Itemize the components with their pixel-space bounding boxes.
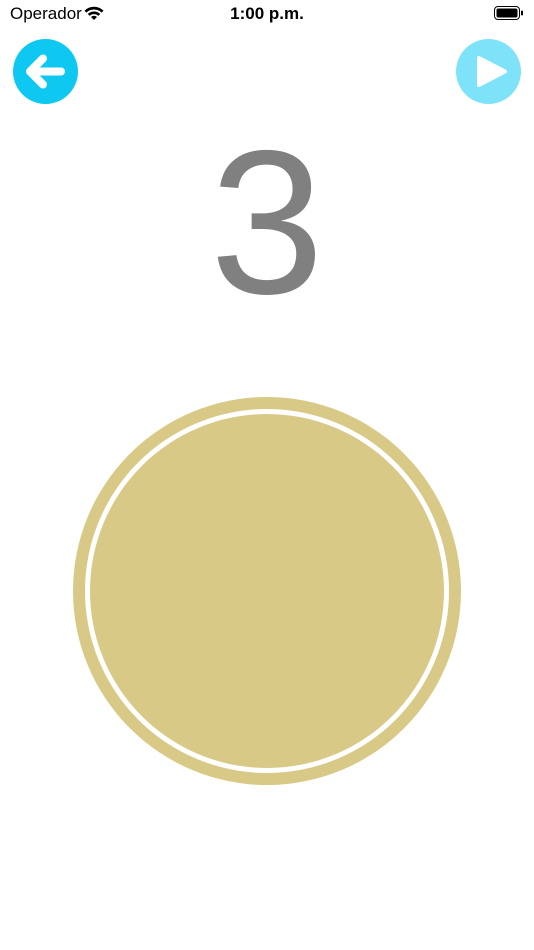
play-button[interactable]: [456, 39, 521, 104]
tap-circle-button[interactable]: [73, 397, 461, 785]
countdown-number: 3: [209, 108, 324, 337]
play-icon: [477, 56, 507, 87]
status-bar: Operador 1:00 p.m.: [0, 0, 534, 30]
back-button[interactable]: [13, 39, 78, 104]
status-time: 1:00 p.m.: [230, 4, 304, 23]
arrow-left-icon: [26, 54, 65, 89]
circle-fill: [90, 414, 444, 768]
battery-icon: [494, 6, 524, 20]
circle-ring: [85, 409, 449, 773]
